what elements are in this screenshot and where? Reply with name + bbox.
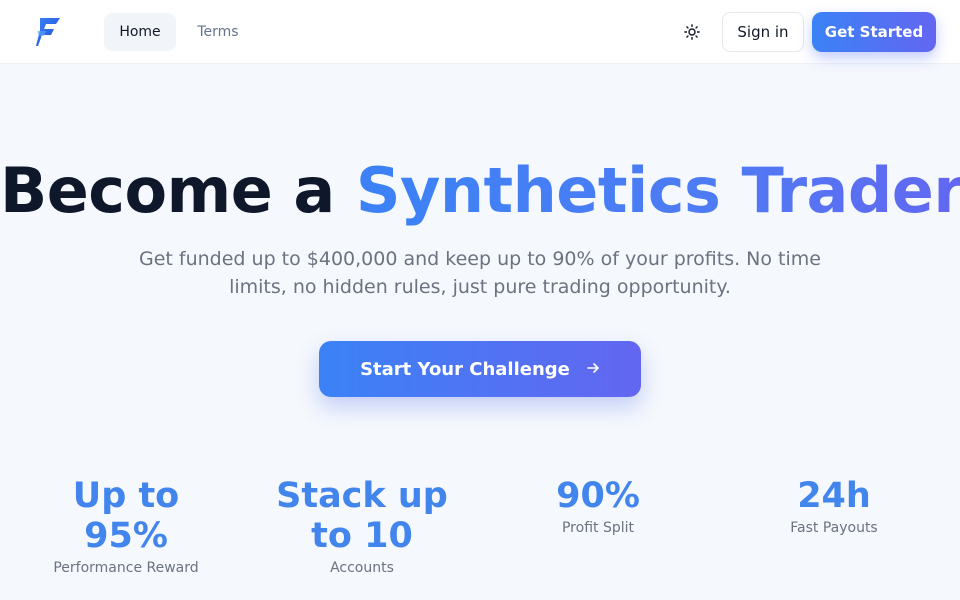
theme-toggle-button[interactable] <box>676 16 708 48</box>
hero-title: Become a Synthetics Trader <box>0 152 960 230</box>
stat-performance-reward: Up to 95% Performance Reward <box>8 476 244 578</box>
get-started-button[interactable]: Get Started <box>812 12 936 52</box>
stat-value: Stack up to 10 <box>276 476 448 556</box>
sun-icon <box>684 24 700 40</box>
sign-in-button[interactable]: Sign in <box>722 12 804 52</box>
stat-value: 24h <box>797 476 871 516</box>
landing-page: Home Terms Sign in Get Started Become a … <box>0 0 960 600</box>
hero-title-prefix: Become a <box>0 154 356 227</box>
stat-profit-split: 90% Profit Split <box>480 476 716 538</box>
brand-logo-icon[interactable] <box>34 16 62 48</box>
stat-label: Performance Reward <box>53 560 199 576</box>
top-nav-bar: Home Terms Sign in Get Started <box>0 0 960 64</box>
nav-item-terms[interactable]: Terms <box>182 13 254 51</box>
nav-item-home[interactable]: Home <box>104 13 176 51</box>
stat-label: Profit Split <box>561 520 634 536</box>
stat-label: Accounts <box>330 560 394 576</box>
start-challenge-button[interactable]: Start Your Challenge <box>319 341 641 397</box>
stat-value: Up to 95% <box>72 476 180 556</box>
hero-subtitle: Get funded up to $400,000 and keep up to… <box>139 248 821 298</box>
start-challenge-label: Start Your Challenge <box>360 358 570 380</box>
stat-fast-payouts: 24h Fast Payouts <box>716 476 952 538</box>
arrow-right-icon <box>586 360 600 379</box>
stat-value: 90% <box>556 476 640 516</box>
hero-title-highlight: Synthetics Trader <box>356 154 960 227</box>
stat-accounts: Stack up to 10 Accounts <box>244 476 480 578</box>
stat-label: Fast Payouts <box>790 520 878 536</box>
